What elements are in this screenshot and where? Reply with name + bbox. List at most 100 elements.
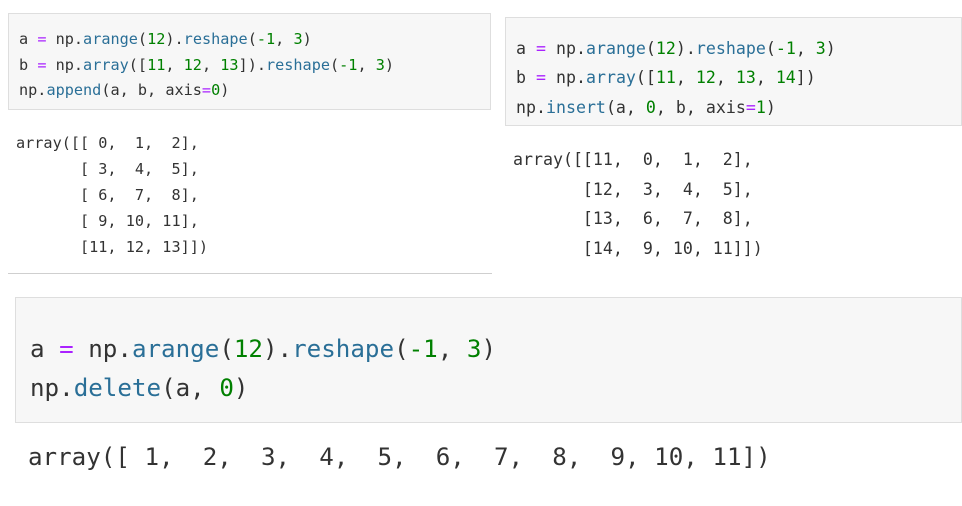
code-token: -1 bbox=[339, 55, 358, 74]
code-token: , bbox=[357, 55, 376, 74]
code-token: reshape bbox=[292, 335, 395, 363]
code-line: a = np.arange(12).reshape(-1, 3) bbox=[30, 330, 496, 369]
code-token: np. bbox=[73, 335, 132, 363]
output-line: array([[11, 0, 1, 2], bbox=[513, 150, 753, 169]
output-line: array([[ 0, 1, 2], bbox=[16, 134, 199, 152]
code-token: 3 bbox=[466, 335, 482, 363]
code-delete: a = np.arange(12).reshape(-1, 3) np.delet… bbox=[30, 330, 496, 408]
code-token: a bbox=[19, 30, 29, 48]
cell-divider bbox=[8, 273, 492, 274]
code-token: delete bbox=[73, 374, 162, 402]
code-token: ) bbox=[220, 81, 230, 100]
code-token: (a, b, axis bbox=[101, 81, 202, 100]
code-token: array bbox=[83, 55, 129, 74]
code-token: np. bbox=[516, 97, 546, 117]
code-token: , bbox=[437, 335, 467, 363]
code-token: (a, bbox=[605, 97, 646, 117]
code-token: np. bbox=[19, 81, 47, 100]
code-token: -1 bbox=[775, 39, 796, 58]
code-cell-append[interactable]: a = np.arange(12).reshape(-1, 3) b = np.a… bbox=[8, 13, 491, 110]
output-line: [12, 3, 4, 5], bbox=[513, 179, 753, 199]
code-token: 11 bbox=[655, 68, 676, 88]
notebook-panel-insert: a = np.arange(12).reshape(-1, 3) b = np.a… bbox=[500, 0, 962, 285]
notebook-panel-delete: a = np.arange(12).reshape(-1, 3) np.delet… bbox=[0, 285, 962, 506]
code-token: -1 bbox=[408, 335, 438, 363]
code-token: ) bbox=[825, 39, 836, 58]
code-token: ) bbox=[233, 374, 249, 402]
code-line: a = np.arange(12).reshape(-1, 3) bbox=[19, 27, 394, 53]
code-token: ( bbox=[219, 335, 234, 363]
code-token: -1 bbox=[256, 30, 276, 48]
output-line: [ 3, 4, 5], bbox=[16, 160, 199, 178]
output-line: [ 6, 7, 8], bbox=[16, 186, 199, 204]
code-line: b = np.array([11, 12, 13]).reshape(-1, 3… bbox=[19, 53, 394, 79]
code-token: ) bbox=[302, 30, 312, 48]
code-token: np. bbox=[46, 30, 84, 48]
code-token: = bbox=[59, 335, 74, 363]
output-line: [13, 6, 7, 8], bbox=[513, 209, 753, 228]
code-token: ( bbox=[394, 335, 409, 363]
code-token: ( bbox=[645, 39, 656, 58]
code-token: , bbox=[675, 68, 696, 88]
code-line: b = np.array([11, 12, 13, 14]) bbox=[516, 63, 836, 92]
code-token: array bbox=[585, 68, 636, 88]
output-delete: array([ 1, 2, 3, 4, 5, 6, 7, 8, 9, 10, 1… bbox=[28, 440, 771, 474]
code-token: b bbox=[19, 55, 29, 74]
output-line: [11, 12, 13]]) bbox=[16, 238, 209, 256]
code-token: 3 bbox=[375, 55, 385, 74]
code-append: a = np.arange(12).reshape(-1, 3) b = np.a… bbox=[19, 27, 394, 104]
code-token: 0 bbox=[645, 97, 656, 117]
code-token: np. bbox=[30, 374, 74, 402]
code-token: ) bbox=[481, 335, 496, 363]
code-token: ([ bbox=[635, 68, 656, 88]
code-token: 13 bbox=[735, 68, 756, 88]
code-token: a bbox=[516, 39, 526, 58]
code-token: (a, bbox=[161, 374, 220, 402]
code-token: 3 bbox=[293, 30, 303, 48]
code-token: ]) bbox=[795, 68, 816, 88]
code-token: reshape bbox=[183, 30, 248, 48]
code-token: arange bbox=[585, 39, 646, 58]
code-cell-delete[interactable]: a = np.arange(12).reshape(-1, 3) np.delet… bbox=[15, 297, 962, 423]
code-line: np.append(a, b, axis=0) bbox=[19, 78, 394, 104]
code-token: , bbox=[275, 30, 294, 48]
code-token: , bbox=[755, 68, 776, 88]
code-token: ( bbox=[247, 30, 257, 48]
code-token: 14 bbox=[775, 68, 796, 88]
code-token: 1 bbox=[755, 97, 766, 117]
code-token: 12 bbox=[233, 335, 263, 363]
output-line: [ 9, 10, 11], bbox=[16, 212, 199, 230]
code-token: np. bbox=[46, 55, 84, 74]
code-token: 13 bbox=[220, 55, 239, 74]
code-token: ). bbox=[263, 335, 293, 363]
output-append: array([[ 0, 1, 2], [ 3, 4, 5], [ 6, 7, 8… bbox=[16, 130, 208, 260]
code-token: ). bbox=[165, 30, 184, 48]
notebook-panel-append: a = np.arange(12).reshape(-1, 3) b = np.a… bbox=[0, 0, 495, 285]
code-token: ( bbox=[137, 30, 148, 48]
code-token: ( bbox=[330, 55, 340, 74]
code-token: ). bbox=[675, 39, 696, 58]
code-token: np. bbox=[546, 39, 586, 58]
code-token: b bbox=[516, 68, 526, 88]
code-token: arange bbox=[131, 335, 220, 363]
code-token: 12 bbox=[147, 30, 166, 48]
code-token: 3 bbox=[815, 39, 826, 58]
code-token: ( bbox=[765, 39, 776, 58]
code-token: ) bbox=[384, 55, 395, 74]
code-cell-insert[interactable]: a = np.arange(12).reshape(-1, 3) b = np.a… bbox=[505, 17, 962, 126]
code-token: = bbox=[745, 97, 756, 117]
code-insert: a = np.arange(12).reshape(-1, 3) b = np.a… bbox=[516, 34, 836, 122]
code-token: 11 bbox=[147, 55, 166, 74]
code-token: 0 bbox=[219, 374, 234, 402]
code-token: , bbox=[165, 55, 184, 74]
code-token: 12 bbox=[183, 55, 202, 74]
code-token: a bbox=[30, 335, 45, 363]
code-token: 12 bbox=[695, 68, 716, 88]
code-token: ([ bbox=[128, 55, 148, 74]
code-token: 12 bbox=[655, 39, 676, 58]
